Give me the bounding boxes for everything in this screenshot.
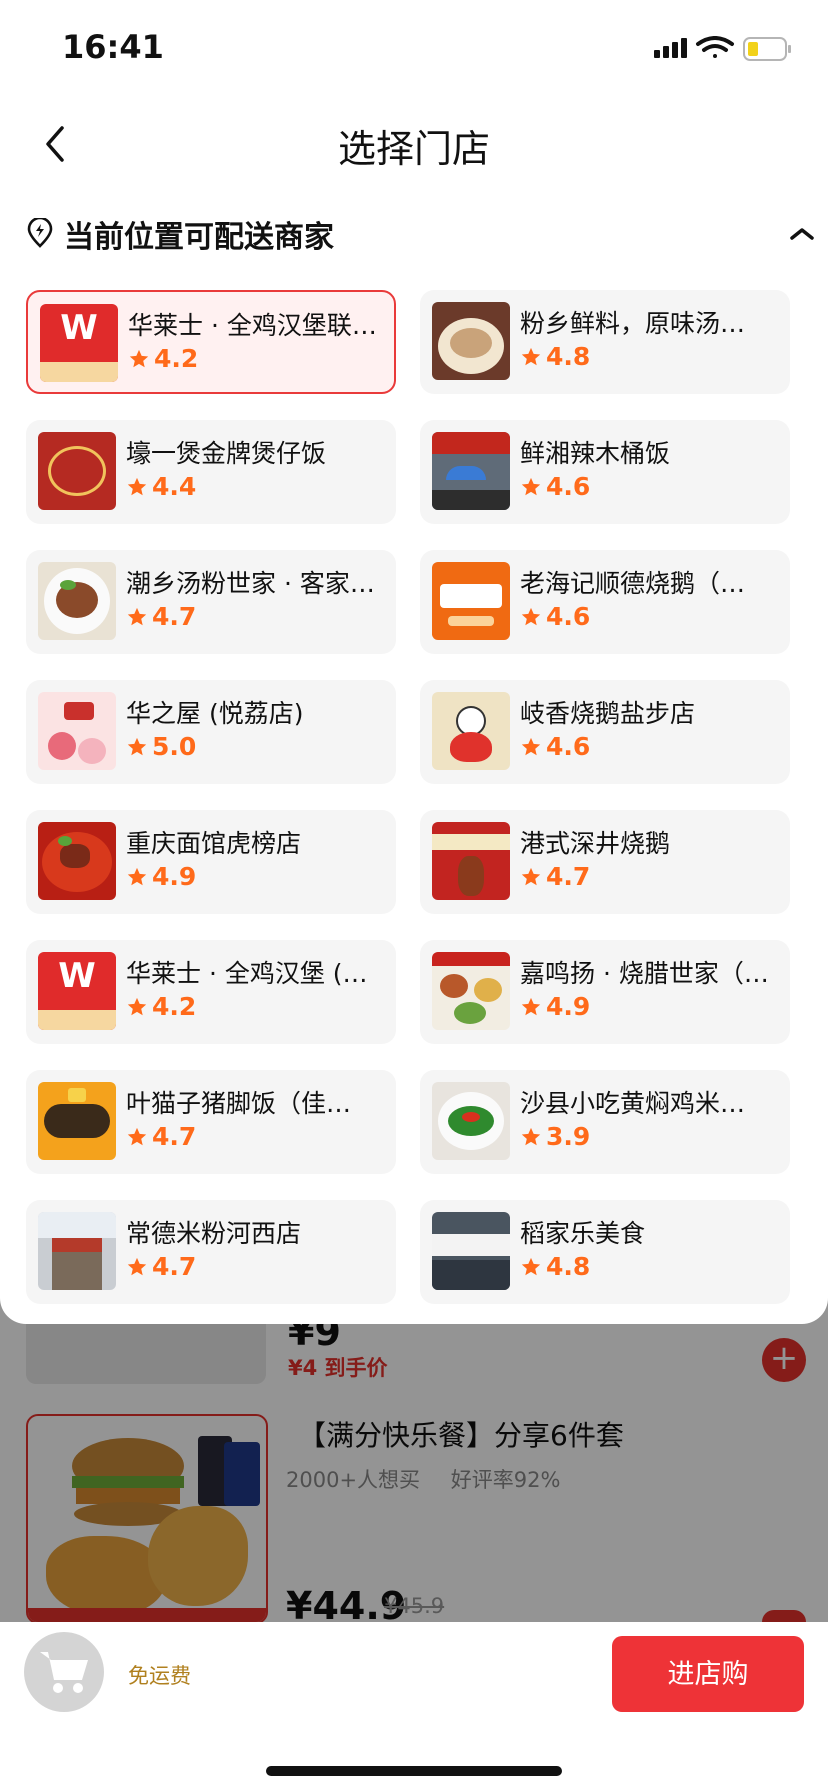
star-icon xyxy=(521,997,541,1016)
star-icon xyxy=(127,1127,147,1146)
store-thumbnail-wallace: W xyxy=(40,304,118,382)
status-icons xyxy=(654,36,791,61)
store-rating: 4.7 xyxy=(152,602,197,631)
star-icon xyxy=(521,867,541,886)
store-rating: 4.8 xyxy=(546,342,591,371)
wifi-icon xyxy=(696,36,734,58)
store-select-sheet: 16:41 选择门店 当前位置可配送商家 W 华莱士 · 全鸡汉堡联… 4.2 … xyxy=(0,0,828,1324)
store-thumbnail-lychee-cake xyxy=(38,692,116,770)
store-thumbnail-bbq xyxy=(432,952,510,1030)
store-name: 常德米粉河西店 xyxy=(126,1219,302,1248)
store-thumbnail-roast-goose xyxy=(432,822,510,900)
star-icon xyxy=(127,737,147,756)
store-name: 嘉鸣扬 · 烧腊世家（… xyxy=(520,959,769,988)
store-name: 稻家乐美食 xyxy=(520,1219,646,1248)
star-icon xyxy=(521,1257,541,1276)
store-rating: 4.6 xyxy=(546,602,591,631)
store-card[interactable]: 岐香烧鹅盐步店 4.6 xyxy=(420,680,790,784)
star-icon xyxy=(521,607,541,626)
store-thumbnail-noodle xyxy=(432,302,510,380)
store-name: 华之屋 (悦荔店) xyxy=(126,699,304,728)
store-rating: 4.4 xyxy=(152,472,197,501)
store-name: 华莱士 · 全鸡汉堡 (… xyxy=(126,959,368,988)
store-name: 老海记顺德烧鹅（… xyxy=(520,569,746,598)
battery-icon xyxy=(743,37,791,61)
store-rating: 4.9 xyxy=(546,992,591,1021)
store-name: 岐香烧鹅盐步店 xyxy=(520,699,696,728)
store-card[interactable]: 潮乡汤粉世家 · 客家… 4.7 xyxy=(26,550,396,654)
status-time: 16:41 xyxy=(62,28,164,66)
store-rating: 4.2 xyxy=(154,344,199,373)
location-icon xyxy=(27,218,53,248)
store-card[interactable]: 粉乡鲜料，原味汤… 4.8 xyxy=(420,290,790,394)
store-rating: 4.6 xyxy=(546,472,591,501)
star-icon xyxy=(129,349,149,368)
store-card[interactable]: 嘉鸣扬 · 烧腊世家（… 4.9 xyxy=(420,940,790,1044)
store-card[interactable]: 叶猫子猪脚饭（佳… 4.7 xyxy=(26,1070,396,1174)
store-rating: 4.7 xyxy=(152,1252,197,1281)
chevron-up-icon[interactable] xyxy=(790,226,814,242)
free-delivery-label: 免运费 xyxy=(128,1664,191,1688)
store-thumbnail-spicy-noodle xyxy=(38,822,116,900)
store-card[interactable]: 老海记顺德烧鹅（… 4.6 xyxy=(420,550,790,654)
star-icon xyxy=(127,477,147,496)
star-icon xyxy=(521,477,541,496)
store-name: 重庆面馆虎榜店 xyxy=(126,829,302,858)
store-name: 沙县小吃黄焖鸡米… xyxy=(520,1089,746,1118)
store-card[interactable]: 港式深井烧鹅 4.7 xyxy=(420,810,790,914)
store-thumbnail-claypot xyxy=(38,432,116,510)
store-thumbnail-wallace: W xyxy=(38,952,116,1030)
wallace-logo-icon: W xyxy=(58,956,96,996)
star-icon xyxy=(127,1257,147,1276)
store-thumbnail-goose xyxy=(432,692,510,770)
home-indicator[interactable] xyxy=(266,1766,562,1776)
cart-button[interactable] xyxy=(24,1632,104,1712)
store-rating: 4.7 xyxy=(152,1122,197,1151)
star-icon xyxy=(127,607,147,626)
signal-icon xyxy=(654,38,687,58)
store-rating: 5.0 xyxy=(152,732,197,761)
store-name: 壕一煲金牌煲仔饭 xyxy=(126,439,327,468)
store-thumbnail-pepper-dish xyxy=(432,1082,510,1160)
store-name: 华莱士 · 全鸡汉堡联… xyxy=(128,311,377,340)
page-title: 选择门店 xyxy=(337,127,490,171)
store-rating: 3.9 xyxy=(546,1122,591,1151)
star-icon xyxy=(127,997,147,1016)
store-card[interactable]: 重庆面馆虎榜店 4.9 xyxy=(26,810,396,914)
star-icon xyxy=(521,737,541,756)
store-name: 粉乡鲜料，原味汤… xyxy=(520,309,746,338)
store-card[interactable]: 稻家乐美食 4.8 xyxy=(420,1200,790,1304)
store-name: 鲜湘辣木桶饭 xyxy=(520,439,671,468)
wallace-logo-icon: W xyxy=(60,308,98,348)
store-card[interactable]: W 华莱士 · 全鸡汉堡联… 4.2 xyxy=(26,290,396,394)
store-card[interactable]: 鲜湘辣木桶饭 4.6 xyxy=(420,420,790,524)
store-name: 港式深井烧鹅 xyxy=(520,829,671,858)
store-thumbnail-yemaozi xyxy=(38,1082,116,1160)
enter-store-button[interactable]: 进店购 xyxy=(612,1636,804,1712)
star-icon xyxy=(521,347,541,366)
section-title: 当前位置可配送商家 xyxy=(64,220,334,255)
store-thumbnail-storefront xyxy=(432,432,510,510)
store-rating: 4.6 xyxy=(546,732,591,761)
bottom-bar: 免运费 进店购 xyxy=(0,1622,828,1792)
store-card[interactable]: W 华莱士 · 全鸡汉堡 (… 4.2 xyxy=(26,940,396,1044)
store-name: 潮乡汤粉世家 · 客家… xyxy=(126,569,375,598)
store-thumbnail-shop-front xyxy=(38,1212,116,1290)
cart-icon xyxy=(40,1652,88,1693)
store-thumbnail-laohaiji xyxy=(432,562,510,640)
store-thumbnail-daojiale xyxy=(432,1212,510,1290)
store-rating: 4.7 xyxy=(546,862,591,891)
store-rating: 4.9 xyxy=(152,862,197,891)
store-rating: 4.8 xyxy=(546,1252,591,1281)
star-icon xyxy=(127,867,147,886)
store-card[interactable]: 华之屋 (悦荔店) 5.0 xyxy=(26,680,396,784)
store-name: 叶猫子猪脚饭（佳… xyxy=(126,1089,352,1118)
star-icon xyxy=(521,1127,541,1146)
store-card[interactable]: 沙县小吃黄焖鸡米… 3.9 xyxy=(420,1070,790,1174)
store-card[interactable]: 常德米粉河西店 4.7 xyxy=(26,1200,396,1304)
store-thumbnail-rice-bowl xyxy=(38,562,116,640)
store-card[interactable]: 壕一煲金牌煲仔饭 4.4 xyxy=(26,420,396,524)
store-rating: 4.2 xyxy=(152,992,197,1021)
